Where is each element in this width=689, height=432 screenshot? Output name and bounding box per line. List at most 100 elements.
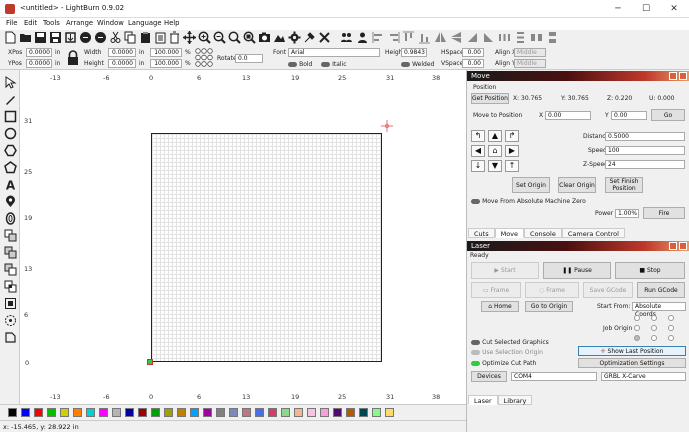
settings-gear-icon[interactable]	[288, 31, 301, 44]
color-swatch[interactable]	[60, 408, 69, 417]
job-origin-mid-left[interactable]	[634, 325, 640, 331]
origin-selector-icon[interactable]	[194, 47, 214, 68]
jog-up-right-button[interactable]: ↱	[505, 130, 519, 142]
paste-in-place-icon[interactable]	[154, 31, 167, 44]
color-swatch[interactable]	[320, 408, 329, 417]
color-swatch[interactable]	[281, 408, 290, 417]
align-right-icon[interactable]	[387, 31, 400, 44]
use-selection-origin-toggle[interactable]: Use Selection Origin	[471, 348, 543, 356]
move-y-field[interactable]: 0.00	[611, 111, 647, 120]
jog-up-left-button[interactable]: ↰	[471, 130, 485, 142]
zoom-out-icon[interactable]	[213, 31, 226, 44]
mirror-vertical-icon[interactable]	[450, 31, 463, 44]
italic-toggle-switch[interactable]	[321, 61, 330, 67]
menu-window[interactable]: Window	[97, 19, 124, 27]
color-swatch[interactable]	[307, 408, 316, 417]
text-tool-icon[interactable]: A	[4, 178, 17, 192]
color-swatch[interactable]	[216, 408, 225, 417]
weld-shapes-icon[interactable]	[4, 229, 17, 242]
color-swatch[interactable]	[8, 408, 17, 417]
menu-arrange[interactable]: Arrange	[66, 19, 93, 27]
jog-up-button[interactable]: ▲	[488, 130, 502, 142]
job-origin-center[interactable]	[651, 325, 657, 331]
welded-toggle-switch[interactable]	[401, 61, 410, 67]
tab-cuts[interactable]: Cuts	[468, 228, 495, 238]
align-y-select[interactable]: Middle	[514, 59, 546, 68]
color-swatch[interactable]	[346, 408, 355, 417]
color-swatch[interactable]	[151, 408, 160, 417]
design-canvas[interactable]: -13 -6 0 6 13 19 25 31 38 31 25 19 13 6 …	[20, 70, 466, 404]
align-top-icon[interactable]	[402, 31, 415, 44]
device-settings-icon[interactable]	[303, 31, 316, 44]
save-icon[interactable]	[34, 31, 47, 44]
boolean-union-icon[interactable]	[4, 246, 17, 259]
cut-icon[interactable]	[109, 31, 122, 44]
distribute-h-icon[interactable]	[498, 31, 511, 44]
menu-edit[interactable]: Edit	[24, 19, 37, 27]
color-swatch[interactable]	[203, 408, 212, 417]
maximize-button[interactable]: ☐	[632, 0, 660, 18]
color-swatch[interactable]	[268, 408, 277, 417]
rotate-cw-icon[interactable]	[482, 31, 495, 44]
move-from-abs-toggle-switch[interactable]	[471, 198, 480, 204]
align-x-select[interactable]: Middle	[514, 48, 546, 57]
cut-selected-toggle-switch[interactable]	[471, 339, 480, 345]
go-button[interactable]: Go	[651, 109, 685, 121]
cut-selected-graphics-toggle[interactable]: Cut Selected Graphics	[471, 338, 549, 346]
laser-work-area[interactable]	[151, 133, 382, 362]
tab-camera-control[interactable]: Camera Control	[561, 228, 625, 238]
bold-toggle[interactable]: Bold	[288, 60, 312, 68]
color-swatch[interactable]	[21, 408, 30, 417]
color-swatch[interactable]	[242, 408, 251, 417]
job-origin-top-left[interactable]	[634, 315, 640, 321]
pentagon-tool-icon[interactable]	[4, 161, 17, 174]
grid-array-icon[interactable]	[4, 314, 17, 327]
tab-laser[interactable]: Laser	[468, 395, 498, 405]
ungroup-icon[interactable]	[356, 31, 369, 44]
font-select[interactable]: Arial	[288, 48, 380, 57]
rectangle-tool-icon[interactable]	[4, 110, 17, 123]
color-swatch[interactable]	[86, 408, 95, 417]
color-swatch[interactable]	[47, 408, 56, 417]
jog-home-button[interactable]: ⌂	[488, 145, 502, 157]
ellipse-tool-icon[interactable]	[4, 127, 17, 140]
rotate-field[interactable]: 0.0	[235, 54, 263, 63]
close-button[interactable]: ✕	[660, 0, 688, 18]
set-origin-button[interactable]: Set Origin	[512, 177, 550, 193]
color-swatch[interactable]	[112, 408, 121, 417]
mirror-horizontal-icon[interactable]	[434, 31, 447, 44]
move-panel-close-button[interactable]	[679, 72, 687, 80]
boolean-subtract-icon[interactable]	[4, 263, 17, 276]
fire-button[interactable]: Fire	[643, 207, 685, 219]
rotate-ccw-icon[interactable]	[466, 31, 479, 44]
open-folder-icon[interactable]	[19, 31, 32, 44]
zoom-frame-icon[interactable]	[228, 31, 241, 44]
color-swatch[interactable]	[177, 408, 186, 417]
jog-left-button[interactable]: ◀	[471, 145, 485, 157]
color-swatch[interactable]	[125, 408, 134, 417]
new-file-icon[interactable]	[4, 31, 17, 44]
save-gcode-button[interactable]: Save GCode	[583, 282, 633, 298]
menu-language[interactable]: Language	[128, 19, 162, 27]
color-swatch[interactable]	[294, 408, 303, 417]
laser-panel-float-button[interactable]	[669, 242, 677, 250]
group-icon[interactable]	[340, 31, 353, 44]
color-swatch[interactable]	[190, 408, 199, 417]
device-select[interactable]: GRBL X-Carve	[601, 372, 686, 381]
delete-icon[interactable]	[168, 31, 181, 44]
align-bottom-icon[interactable]	[418, 31, 431, 44]
jog-right-button[interactable]: ▶	[505, 145, 519, 157]
clear-origin-button[interactable]: Clear Origin	[558, 177, 596, 193]
redo-icon[interactable]	[94, 31, 107, 44]
xpos-field[interactable]: 0.0000	[26, 48, 52, 57]
welded-toggle[interactable]: Welded	[401, 60, 434, 68]
frame-button[interactable]: ▭ Frame	[471, 282, 521, 298]
port-select[interactable]: COM4	[511, 372, 597, 381]
set-finish-position-button[interactable]: Set Finish Position	[605, 177, 643, 193]
width-percent-field[interactable]: 100.000	[150, 48, 182, 57]
height-field[interactable]: 0.0000	[108, 59, 136, 68]
color-swatch[interactable]	[34, 408, 43, 417]
color-swatch[interactable]	[164, 408, 173, 417]
run-gcode-button[interactable]: Run GCode	[637, 282, 685, 298]
paste-icon[interactable]	[139, 31, 152, 44]
